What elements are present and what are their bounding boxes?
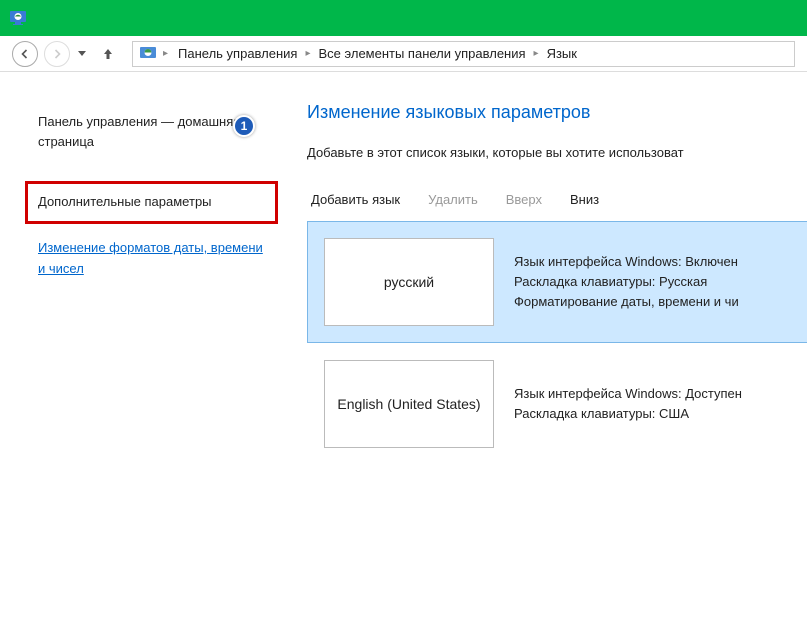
step-badge: 1: [233, 115, 255, 137]
back-button[interactable]: [12, 41, 38, 67]
breadcrumb: Панель управления ▸ Все элементы панели …: [174, 44, 581, 63]
language-row[interactable]: русский Язык интерфейса Windows: Включен…: [307, 221, 807, 343]
content-area: Панель управления — домашняя страница 1 …: [0, 72, 807, 625]
language-tile[interactable]: русский: [324, 238, 494, 326]
breadcrumb-item[interactable]: Все элементы панели управления: [315, 44, 530, 63]
main-panel: Изменение языковых параметров Добавьте в…: [285, 72, 807, 625]
chevron-right-icon: ▸: [305, 48, 310, 59]
language-detail-line: Раскладка клавиатуры: Русская: [514, 272, 807, 292]
move-up-button[interactable]: Вверх: [506, 192, 542, 207]
language-list: русский Язык интерфейса Windows: Включен…: [307, 221, 807, 465]
language-name: русский: [384, 274, 434, 290]
language-row[interactable]: English (United States) Язык интерфейса …: [307, 343, 807, 465]
sidebar: Панель управления — домашняя страница 1 …: [0, 72, 285, 625]
move-down-button[interactable]: Вниз: [570, 192, 599, 207]
sidebar-dateformat-link[interactable]: Изменение форматов даты, времени и чисел: [38, 238, 265, 280]
chevron-right-icon: ▸: [163, 48, 168, 59]
sidebar-dateformat-label: Изменение форматов даты, времени и чисел: [38, 240, 263, 276]
up-button[interactable]: [98, 42, 118, 66]
sidebar-advanced-link[interactable]: Дополнительные параметры: [25, 181, 278, 224]
history-dropdown[interactable]: [76, 42, 88, 66]
sidebar-home-label: Панель управления — домашняя страница: [38, 114, 240, 149]
remove-button[interactable]: Удалить: [428, 192, 478, 207]
address-bar[interactable]: ▸ Панель управления ▸ Все элементы панел…: [132, 41, 795, 67]
sidebar-advanced-label: Дополнительные параметры: [38, 194, 212, 209]
language-details: Язык интерфейса Windows: Включен Расклад…: [514, 222, 807, 342]
sidebar-home-link[interactable]: Панель управления — домашняя страница 1: [38, 112, 265, 151]
language-tile[interactable]: English (United States): [324, 360, 494, 448]
breadcrumb-item[interactable]: Язык: [543, 44, 581, 63]
forward-button[interactable]: [44, 41, 70, 67]
language-icon: [139, 45, 157, 63]
app-icon: [8, 8, 28, 28]
language-detail-line: Форматирование даты, времени и чи: [514, 292, 807, 312]
page-title: Изменение языковых параметров: [307, 102, 807, 123]
titlebar: [0, 0, 807, 36]
language-detail-line: Язык интерфейса Windows: Включен: [514, 252, 807, 272]
control-panel-window: ▸ Панель управления ▸ Все элементы панел…: [0, 0, 807, 625]
language-detail-line: Раскладка клавиатуры: США: [514, 404, 807, 424]
toolbar: Добавить язык Удалить Вверх Вниз: [307, 186, 807, 221]
breadcrumb-item[interactable]: Панель управления: [174, 44, 301, 63]
add-language-button[interactable]: Добавить язык: [311, 192, 400, 207]
language-name: English (United States): [337, 396, 480, 412]
navigation-bar: ▸ Панель управления ▸ Все элементы панел…: [0, 36, 807, 72]
language-details: Язык интерфейса Windows: Доступен Раскла…: [514, 344, 807, 464]
chevron-right-icon: ▸: [534, 48, 539, 59]
page-description: Добавьте в этот список языки, которые вы…: [307, 145, 807, 160]
language-detail-line: Язык интерфейса Windows: Доступен: [514, 384, 807, 404]
